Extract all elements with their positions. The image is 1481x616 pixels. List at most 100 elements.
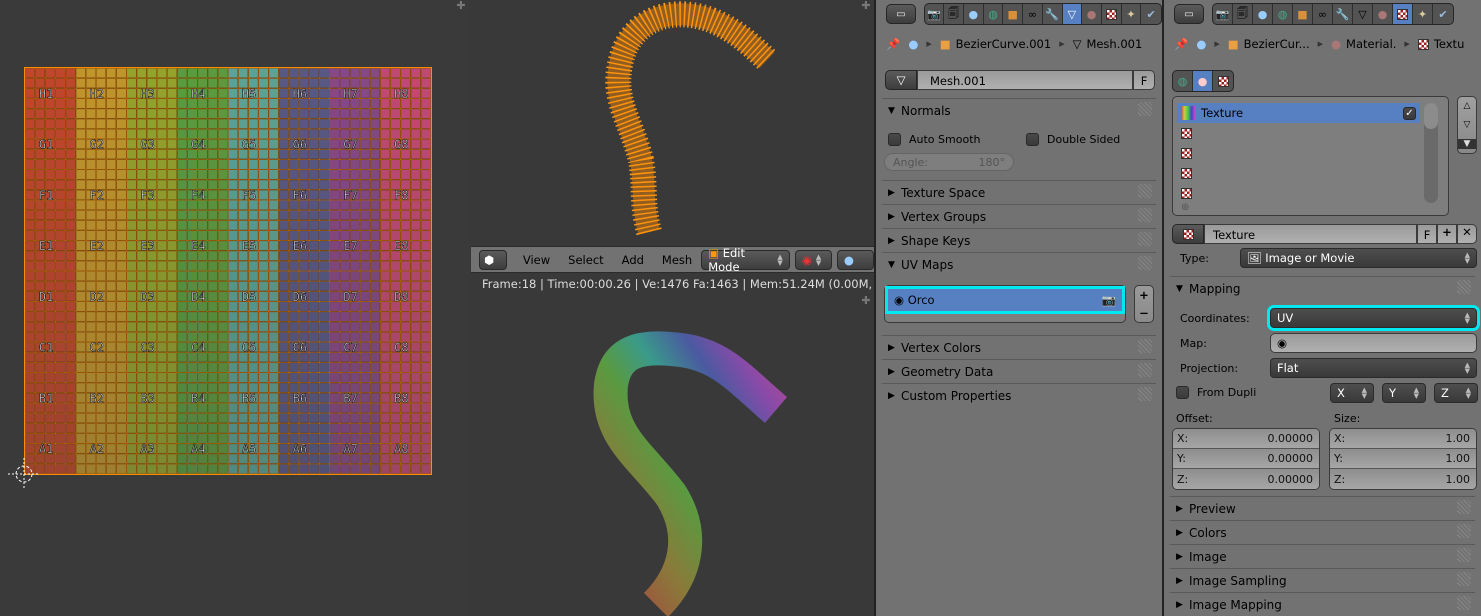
- uv-face[interactable]: [237, 321, 249, 333]
- uv-face[interactable]: [308, 128, 320, 140]
- uv-face[interactable]: [217, 382, 229, 394]
- uv-face[interactable]: [400, 311, 412, 323]
- uv-face[interactable]: [318, 341, 330, 353]
- uv-face[interactable]: [207, 321, 219, 333]
- uv-face[interactable]: [75, 372, 87, 384]
- uv-face[interactable]: [25, 443, 36, 455]
- uv-face[interactable]: [369, 219, 381, 231]
- uv-face[interactable]: [25, 77, 36, 89]
- uv-face[interactable]: [329, 402, 341, 414]
- uv-face[interactable]: [369, 158, 381, 170]
- editor-type-button[interactable]: ⬢: [479, 249, 507, 270]
- uv-face[interactable]: [136, 311, 148, 323]
- uv-face[interactable]: [227, 463, 239, 474]
- uv-face[interactable]: [329, 118, 341, 130]
- uv-face[interactable]: [136, 361, 148, 373]
- uv-face[interactable]: [105, 280, 117, 292]
- uv-face[interactable]: [359, 372, 371, 384]
- uv-face[interactable]: [349, 270, 361, 282]
- render-camera-icon[interactable]: 📷: [1102, 293, 1116, 307]
- uv-face[interactable]: [176, 97, 188, 110]
- uv-face[interactable]: [329, 311, 341, 323]
- uv-face[interactable]: [146, 118, 158, 130]
- uv-face[interactable]: [369, 209, 381, 221]
- uv-face[interactable]: [237, 209, 249, 221]
- uv-face[interactable]: [227, 219, 239, 231]
- uv-face[interactable]: [369, 118, 381, 130]
- uv-face[interactable]: [278, 382, 290, 394]
- uv-face[interactable]: [278, 270, 290, 282]
- uv-face[interactable]: [105, 382, 117, 394]
- uv-face[interactable]: [115, 97, 127, 110]
- uv-face[interactable]: [379, 118, 391, 130]
- uv-face[interactable]: [156, 148, 168, 160]
- uv-face[interactable]: [156, 372, 168, 384]
- uv-face[interactable]: [268, 87, 280, 99]
- uv-face[interactable]: [105, 331, 117, 343]
- uv-face[interactable]: [237, 311, 249, 323]
- uv-face[interactable]: [207, 158, 219, 170]
- modifiers-tab[interactable]: 🔧: [1333, 4, 1353, 24]
- uv-face[interactable]: [207, 118, 219, 130]
- uv-face[interactable]: [126, 169, 138, 181]
- uv-face[interactable]: [247, 68, 259, 79]
- uv-face[interactable]: [318, 351, 330, 363]
- uv-face[interactable]: [349, 463, 361, 474]
- uv-face[interactable]: [308, 229, 320, 242]
- uv-face[interactable]: [156, 68, 168, 79]
- uv-face[interactable]: [318, 108, 330, 120]
- uv-face[interactable]: [54, 250, 67, 262]
- uv-face[interactable]: [227, 229, 239, 242]
- uv-face[interactable]: [410, 453, 422, 465]
- uv-face[interactable]: [400, 118, 412, 130]
- uv-face[interactable]: [318, 392, 330, 404]
- uv-face[interactable]: [207, 280, 219, 292]
- uv-face[interactable]: [115, 179, 127, 191]
- section-header[interactable]: ▶ Colors: [1170, 520, 1475, 544]
- uv-face[interactable]: [156, 321, 168, 333]
- uv-face[interactable]: [278, 463, 290, 474]
- uv-face[interactable]: [298, 108, 310, 120]
- uv-face[interactable]: [54, 432, 67, 445]
- uv-face[interactable]: [268, 463, 280, 474]
- uv-face[interactable]: [115, 341, 127, 353]
- uv-face[interactable]: [268, 300, 280, 313]
- uv-face[interactable]: [176, 128, 188, 140]
- uv-face[interactable]: [227, 148, 239, 160]
- uv-face[interactable]: [85, 321, 97, 333]
- uv-face[interactable]: [247, 372, 259, 384]
- uv-face[interactable]: [217, 240, 229, 252]
- uv-face[interactable]: [257, 179, 270, 191]
- uv-face[interactable]: [197, 169, 209, 181]
- uv-face[interactable]: [379, 179, 391, 191]
- uv-face[interactable]: [278, 321, 290, 333]
- uv-face[interactable]: [126, 361, 138, 373]
- uv-face[interactable]: [54, 270, 67, 282]
- constraints-tab[interactable]: ∞: [1023, 4, 1043, 24]
- uv-face[interactable]: [65, 453, 77, 465]
- uv-face[interactable]: [268, 412, 280, 424]
- uv-face[interactable]: [318, 209, 330, 221]
- uv-face[interactable]: [257, 260, 270, 272]
- uv-face[interactable]: [136, 158, 148, 170]
- add-slot-icon[interactable]: ⊕: [1181, 202, 1189, 213]
- uv-face[interactable]: [237, 169, 249, 181]
- uv-face[interactable]: [186, 260, 199, 272]
- uv-face[interactable]: [359, 432, 371, 445]
- uv-face[interactable]: [420, 331, 431, 343]
- uv-face[interactable]: [257, 321, 270, 333]
- uv-face[interactable]: [25, 341, 36, 353]
- uv-face[interactable]: [126, 118, 138, 130]
- uv-face[interactable]: [75, 240, 87, 252]
- uv-face[interactable]: [389, 260, 402, 272]
- uv-face[interactable]: [288, 270, 300, 282]
- uv-face[interactable]: [329, 158, 341, 170]
- fake-user-button[interactable]: F: [1133, 70, 1155, 90]
- uv-face[interactable]: [410, 300, 422, 313]
- uv-face[interactable]: [25, 280, 36, 292]
- uv-face[interactable]: [105, 108, 117, 120]
- uv-face[interactable]: [25, 138, 36, 150]
- uv-face[interactable]: [400, 209, 412, 221]
- texture-slot[interactable]: Texture ✓: [1177, 103, 1420, 123]
- uv-face[interactable]: [268, 432, 280, 445]
